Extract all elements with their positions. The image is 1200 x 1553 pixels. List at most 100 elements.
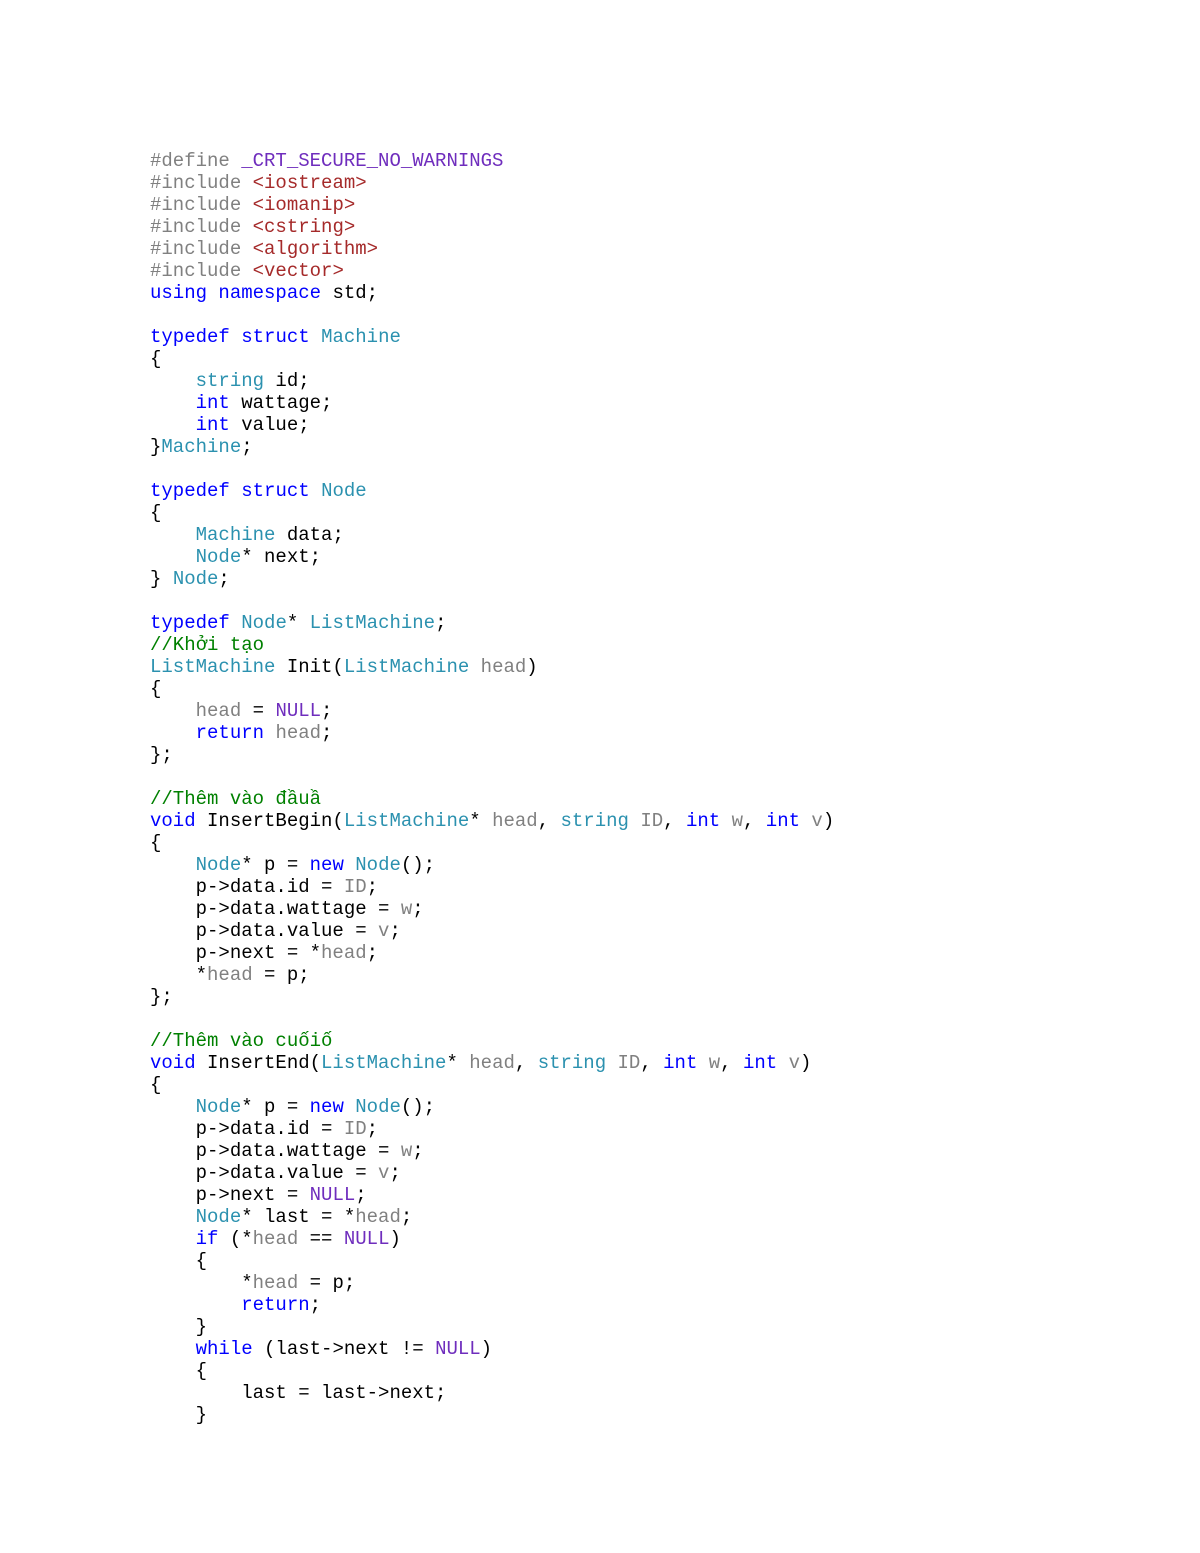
code-token: last = last->next; <box>150 1382 446 1404</box>
code-token: value; <box>230 414 310 436</box>
code-token: Machine <box>321 326 401 348</box>
code-token: typedef <box>150 612 230 634</box>
code-line: while (last->next != NULL) <box>150 1338 492 1360</box>
code-token: w <box>732 810 743 832</box>
code-line: Node* p = new Node(); <box>150 1096 435 1118</box>
code-token <box>150 370 196 392</box>
code-token <box>150 1228 196 1250</box>
code-token <box>150 1338 196 1360</box>
code-line: typedef struct Machine <box>150 326 401 348</box>
code-token: head <box>196 700 242 722</box>
code-token: p->data.wattage = <box>150 898 401 920</box>
code-token: v <box>378 1162 389 1184</box>
code-line: int wattage; <box>150 392 332 414</box>
code-token <box>310 480 321 502</box>
code-token: std; <box>321 282 378 304</box>
code-token: InsertBegin( <box>196 810 344 832</box>
code-token: { <box>150 1074 161 1096</box>
code-token <box>264 722 275 744</box>
code-line: *head = p; <box>150 964 310 986</box>
code-token: } <box>150 568 173 590</box>
code-line: #include <iomanip> <box>150 194 355 216</box>
code-token: ; <box>321 722 332 744</box>
code-line: }; <box>150 744 173 766</box>
code-line: using namespace std; <box>150 282 378 304</box>
code-token: head <box>355 1206 401 1228</box>
code-token: } <box>150 436 161 458</box>
code-token: void <box>150 810 196 832</box>
code-token: Node <box>173 568 219 590</box>
code-token: NULL <box>275 700 321 722</box>
code-line: Node* p = new Node(); <box>150 854 435 876</box>
code-token <box>150 414 196 436</box>
code-token: wattage; <box>230 392 333 414</box>
code-token: , <box>720 1052 743 1074</box>
code-line: if (*head == NULL) <box>150 1228 401 1250</box>
code-token: ) <box>823 810 834 832</box>
code-line: p->data.wattage = w; <box>150 1140 424 1162</box>
code-line: //Khởi tạo <box>150 634 264 656</box>
code-line: p->data.id = ID; <box>150 876 378 898</box>
code-token: * <box>469 810 492 832</box>
code-token: #define <box>150 150 241 172</box>
code-line: ListMachine Init(ListMachine head) <box>150 656 538 678</box>
code-token: <cstring> <box>253 216 356 238</box>
code-token: ; <box>367 1118 378 1140</box>
code-line: { <box>150 502 161 524</box>
code-line: return; <box>150 1294 321 1316</box>
code-token: Node <box>355 854 401 876</box>
code-token: ) <box>800 1052 811 1074</box>
code-token: head <box>481 656 527 678</box>
code-line: head = NULL; <box>150 700 332 722</box>
code-token: struct <box>241 480 309 502</box>
code-token: string <box>561 810 629 832</box>
code-token: ) <box>481 1338 492 1360</box>
code-token: ; <box>367 942 378 964</box>
code-token: int <box>766 810 800 832</box>
code-token <box>310 326 321 348</box>
code-token: (); <box>401 1096 435 1118</box>
code-token: struct <box>241 326 309 348</box>
code-token: typedef <box>150 480 230 502</box>
code-token: * <box>287 612 310 634</box>
code-line: { <box>150 832 161 854</box>
code-token: <vector> <box>253 260 344 282</box>
code-token: w <box>401 1140 412 1162</box>
code-token: Init( <box>275 656 343 678</box>
code-token <box>150 700 196 722</box>
code-token: typedef <box>150 326 230 348</box>
code-token: _CRT_SECURE_NO_WARNINGS <box>241 150 503 172</box>
code-line: int value; <box>150 414 310 436</box>
code-line: typedef Node* ListMachine; <box>150 612 446 634</box>
code-token: , <box>640 1052 663 1074</box>
code-token: new <box>310 1096 344 1118</box>
code-line: #include <vector> <box>150 260 344 282</box>
code-token <box>150 546 196 568</box>
code-token: ; <box>355 1184 366 1206</box>
code-token: * last = * <box>241 1206 355 1228</box>
code-token: } <box>150 1316 207 1338</box>
code-token <box>150 392 196 414</box>
code-token: ; <box>367 876 378 898</box>
code-token: Node <box>196 1206 242 1228</box>
code-token: Node <box>355 1096 401 1118</box>
code-token: ListMachine <box>344 810 469 832</box>
code-token: ) <box>526 656 537 678</box>
code-token: int <box>196 392 230 414</box>
code-token <box>777 1052 788 1074</box>
code-line: typedef struct Node <box>150 480 367 502</box>
code-line: Node* next; <box>150 546 321 568</box>
code-token <box>207 282 218 304</box>
code-token: (); <box>401 854 435 876</box>
code-token: * <box>150 1272 253 1294</box>
code-token: ; <box>401 1206 412 1228</box>
code-token: { <box>150 348 161 370</box>
code-token: ; <box>435 612 446 634</box>
code-token <box>150 524 196 546</box>
code-token: Node <box>321 480 367 502</box>
code-token: }; <box>150 744 173 766</box>
code-token: ID <box>640 810 663 832</box>
code-line: Machine data; <box>150 524 344 546</box>
code-token <box>344 1096 355 1118</box>
code-line: *head = p; <box>150 1272 355 1294</box>
